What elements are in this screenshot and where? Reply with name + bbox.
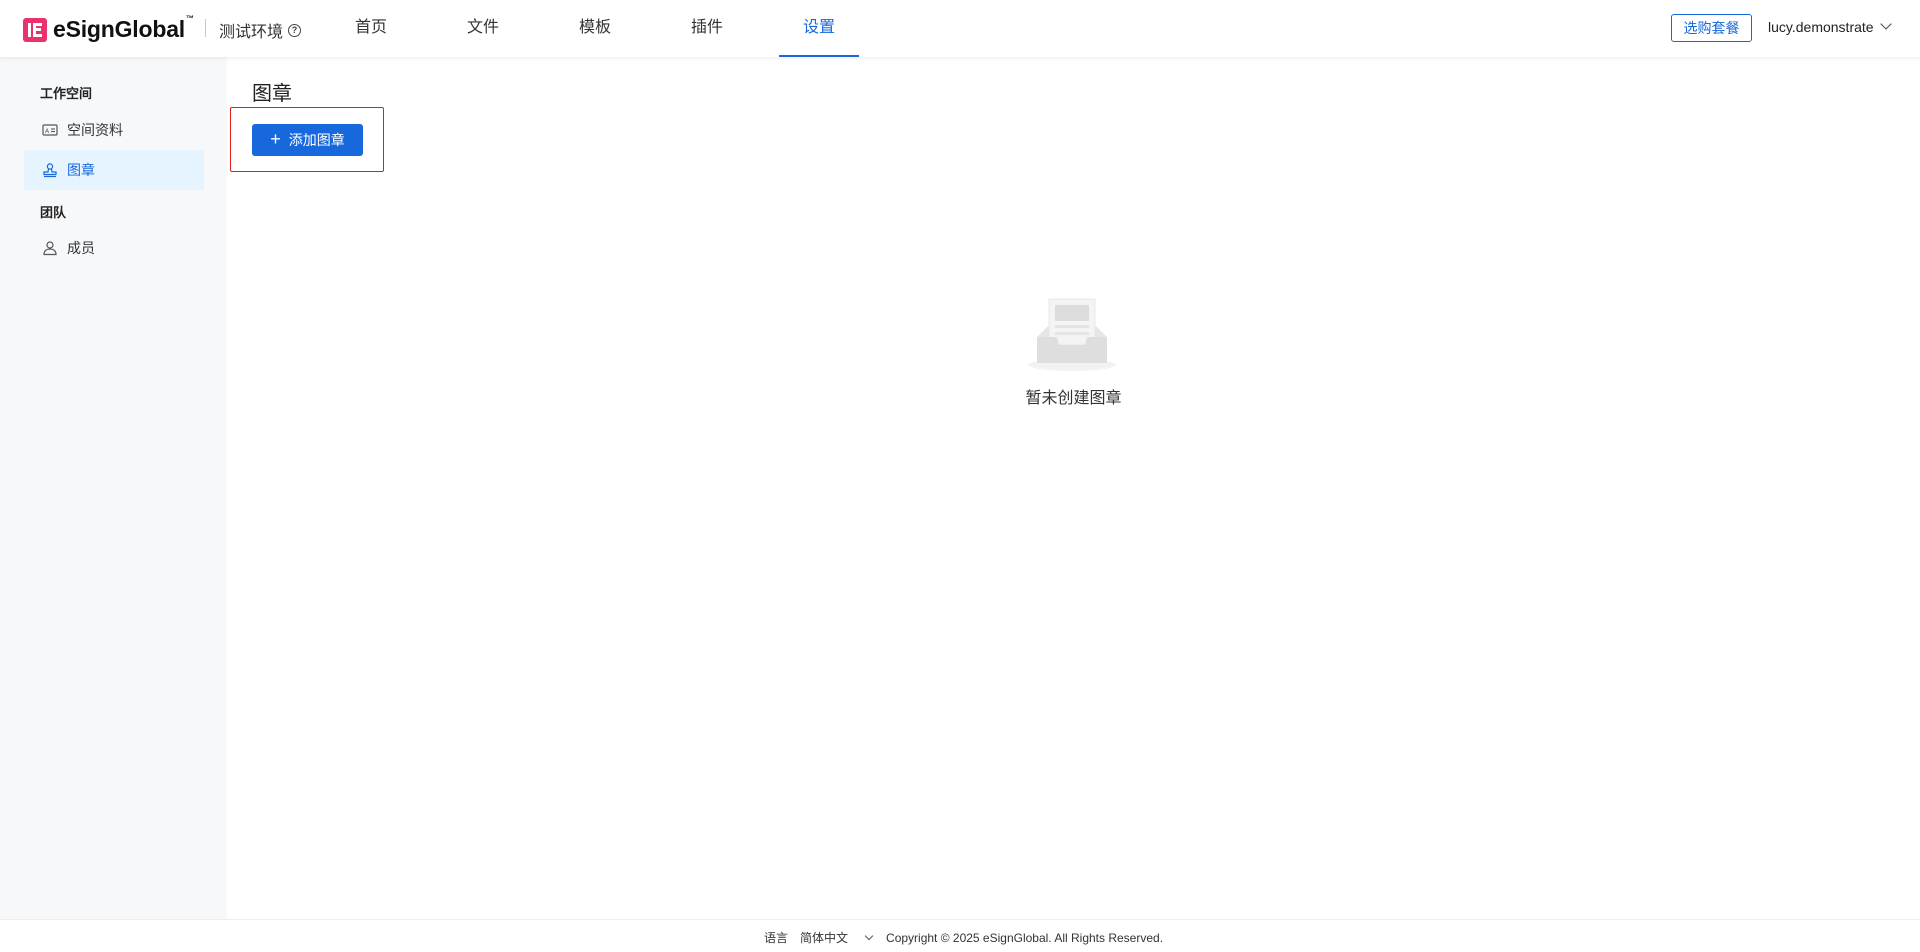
- chevron-down-icon[interactable]: [864, 931, 874, 940]
- id-card-icon: A: [42, 124, 58, 136]
- environment-label: 测试环境 ?: [219, 18, 302, 42]
- sidebar-group-workspace: 工作空间: [40, 86, 93, 101]
- nav-home[interactable]: 首页: [331, 0, 411, 57]
- user-menu[interactable]: lucy.demonstrate: [1768, 18, 1892, 35]
- sidebar-item-stamp[interactable]: 图章: [24, 150, 204, 190]
- user-icon: [43, 241, 57, 256]
- add-stamp-label: 添加图章: [288, 132, 345, 148]
- chevron-down-icon: [1879, 18, 1892, 30]
- header-divider: [205, 19, 206, 37]
- page-title: 图章: [252, 83, 292, 105]
- brand-name: eSignGlobal™: [53, 14, 194, 42]
- nav-files[interactable]: 文件: [443, 0, 523, 57]
- top-header: eSignGlobal™ 测试环境 ? 首页 文件 模板 插件 设置 选购套餐 …: [0, 0, 1920, 57]
- sidebar-item-label: 成员: [67, 240, 95, 256]
- empty-state: [1027, 297, 1117, 378]
- nav-plugins[interactable]: 插件: [667, 0, 747, 57]
- brand-logo[interactable]: eSignGlobal™: [23, 14, 194, 43]
- help-icon[interactable]: ?: [288, 23, 302, 37]
- page-footer: 语言 简体中文 Copyright © 2025 eSignGlobal. Al…: [0, 919, 1920, 952]
- sidebar-item-label: 图章: [67, 162, 95, 178]
- svg-text:A: A: [45, 128, 50, 135]
- add-stamp-button[interactable]: + 添加图章: [252, 124, 363, 156]
- environment-text: 测试环境: [219, 24, 284, 41]
- nav-settings[interactable]: 设置: [779, 0, 859, 57]
- language-label: 语言: [764, 931, 789, 945]
- copyright-text: Copyright © 2025 eSignGlobal. All Rights…: [886, 930, 1164, 945]
- main-content: 图章 + 添加图章 暂未创建图章: [227, 57, 1920, 919]
- sidebar-item-members[interactable]: 成员: [24, 228, 204, 268]
- language-select[interactable]: 简体中文: [800, 929, 860, 946]
- empty-inbox-icon: [1028, 298, 1116, 371]
- settings-sidebar: 工作空间 A 空间资料 图章 团队 成员: [0, 57, 227, 919]
- user-name: lucy.demonstrate: [1768, 19, 1874, 35]
- sidebar-group-team: 团队: [40, 205, 67, 220]
- sidebar-item-label: 空间资料: [67, 122, 123, 138]
- stamp-icon: [43, 163, 57, 178]
- empty-state-text: 暂未创建图章: [1025, 390, 1122, 407]
- buy-plan-button[interactable]: 选购套餐: [1671, 14, 1752, 42]
- sidebar-item-space-profile[interactable]: A 空间资料: [24, 110, 204, 150]
- brand-logo-icon: [23, 17, 47, 42]
- nav-templates[interactable]: 模板: [555, 0, 635, 57]
- plus-icon: +: [270, 129, 281, 149]
